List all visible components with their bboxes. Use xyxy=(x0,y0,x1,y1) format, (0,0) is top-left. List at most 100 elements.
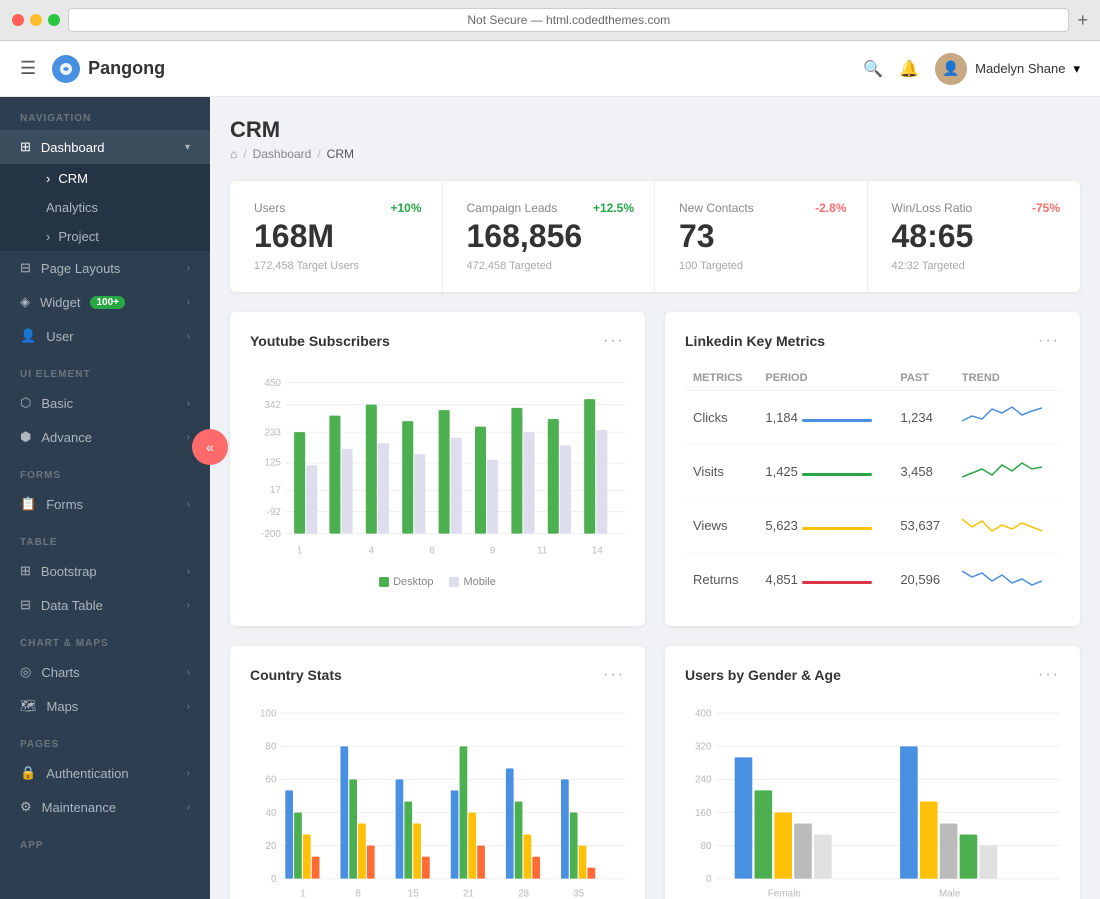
content-area: « CRM ⌂ / Dashboard / CRM Users +10% 168… xyxy=(210,97,1100,899)
home-icon: ⌂ xyxy=(230,147,237,161)
youtube-bar-chart: 450 342 233 125 17 -92 -200 xyxy=(250,366,625,565)
app-section-label: APP xyxy=(0,824,210,857)
user-icon: 👤 xyxy=(20,328,36,344)
authentication-icon: 🔒 xyxy=(20,765,36,781)
youtube-legend: Desktop Mobile xyxy=(250,576,625,588)
project-label: Project xyxy=(58,229,98,244)
svg-text:20: 20 xyxy=(265,841,277,852)
advance-icon: ⬢ xyxy=(20,429,31,445)
widget-badge: 100+ xyxy=(90,296,125,309)
sidebar-item-widget[interactable]: ◈ Widget 100+ › xyxy=(0,285,210,319)
sidebar-item-authentication[interactable]: 🔒 Authentication › xyxy=(0,756,210,790)
stat-change-contacts: -2.8% xyxy=(815,201,846,215)
stat-sub-leads: 472,458 Targeted xyxy=(467,260,631,272)
svg-text:0: 0 xyxy=(271,874,277,885)
metric-sparkline-clicks xyxy=(954,391,1060,445)
metric-name-clicks: Clicks xyxy=(685,391,757,445)
sidebar-item-maps[interactable]: 🗺 Maps › xyxy=(0,689,210,723)
sidebar: Navigation ⊞ Dashboard ▾ › CRM Analytics xyxy=(0,97,210,899)
ui-element-section-label: UI Element xyxy=(0,353,210,386)
user-area[interactable]: 👤 Madelyn Shane ▾ xyxy=(935,53,1080,85)
sidebar-item-basic[interactable]: ⬡ Basic › xyxy=(0,386,210,420)
avatar: 👤 xyxy=(935,53,967,85)
legend-mobile-label: Mobile xyxy=(463,576,495,588)
breadcrumb-sep-1: / xyxy=(243,147,246,161)
data-table-chevron: › xyxy=(187,600,190,611)
country-stats-chart: 100 80 60 40 20 0 xyxy=(250,700,625,899)
sidebar-item-analytics[interactable]: Analytics xyxy=(0,193,210,222)
trend-bar-clicks xyxy=(802,419,872,422)
country-stats-more-button[interactable]: ··· xyxy=(603,666,625,684)
page-layouts-chevron: › xyxy=(187,263,190,274)
table-row: Returns 4,851 20,596 xyxy=(685,553,1060,607)
metric-name-returns: Returns xyxy=(685,553,757,607)
metric-sparkline-visits xyxy=(954,445,1060,499)
widget-label: Widget xyxy=(40,295,80,310)
sidebar-item-project[interactable]: › Project xyxy=(0,222,210,251)
country-stats-title: Country Stats xyxy=(250,667,342,683)
metric-past-views: 53,637 xyxy=(892,499,954,553)
linkedin-chart-header: Linkedin Key Metrics ··· xyxy=(685,332,1060,350)
sidebar-item-charts[interactable]: ◎ Charts › xyxy=(0,655,210,689)
basic-chevron: › xyxy=(187,398,190,409)
browser-chrome: Not Secure — html.codedthemes.com + xyxy=(0,0,1100,41)
sidebar-item-user[interactable]: 👤 User › xyxy=(0,319,210,353)
forms-section-label: Forms xyxy=(0,454,210,487)
svg-text:342: 342 xyxy=(264,400,281,411)
legend-desktop: Desktop xyxy=(379,576,433,588)
sidebar-item-dashboard[interactable]: ⊞ Dashboard ▾ xyxy=(0,130,210,164)
notification-icon[interactable]: 🔔 xyxy=(899,59,919,79)
sidebar-item-bootstrap[interactable]: ⊞ Bootstrap › xyxy=(0,554,210,588)
sidebar-item-data-table[interactable]: ⊟ Data Table › xyxy=(0,588,210,622)
toggle-sidebar-button[interactable]: « xyxy=(210,429,228,465)
dashboard-label: Dashboard xyxy=(41,140,105,155)
breadcrumb-dashboard[interactable]: Dashboard xyxy=(253,147,312,161)
logo: Pangong xyxy=(52,55,863,83)
svg-text:80: 80 xyxy=(700,841,712,852)
nav-section-label: Navigation xyxy=(0,97,210,130)
top-bar: ☰ Pangong 🔍 🔔 👤 Madelyn Shane ▾ xyxy=(0,41,1100,97)
dashboard-submenu: › CRM Analytics › Project xyxy=(0,164,210,251)
sidebar-item-maintenance[interactable]: ⚙ Maintenance › xyxy=(0,790,210,824)
table-row: Visits 1,425 3,458 xyxy=(685,445,1060,499)
address-bar[interactable]: Not Secure — html.codedthemes.com xyxy=(68,8,1069,32)
legend-mobile-dot xyxy=(449,577,459,587)
crm-chevron-icon: › xyxy=(46,171,50,186)
minimize-button[interactable] xyxy=(30,14,42,26)
sidebar-item-page-layouts[interactable]: ⊟ Page Layouts › xyxy=(0,251,210,285)
stat-card-leads: Campaign Leads +12.5% 168,856 472,458 Ta… xyxy=(443,181,656,292)
youtube-more-button[interactable]: ··· xyxy=(603,332,625,350)
linkedin-more-button[interactable]: ··· xyxy=(1038,332,1060,350)
authentication-chevron: › xyxy=(187,768,190,779)
stat-sub-contacts: 100 Targeted xyxy=(679,260,843,272)
hamburger-icon[interactable]: ☰ xyxy=(20,58,36,79)
legend-desktop-dot xyxy=(379,577,389,587)
advance-chevron: › xyxy=(187,432,190,443)
sidebar-item-advance[interactable]: ⬢ Advance › xyxy=(0,420,210,454)
close-button[interactable] xyxy=(12,14,24,26)
svg-text:14: 14 xyxy=(592,546,604,557)
table-row: Clicks 1,184 1,234 xyxy=(685,391,1060,445)
svg-text:233: 233 xyxy=(264,428,281,439)
metric-name-visits: Visits xyxy=(685,445,757,499)
forms-chevron: › xyxy=(187,499,190,510)
sidebar-item-crm[interactable]: › CRM xyxy=(0,164,210,193)
page-header: CRM ⌂ / Dashboard / CRM xyxy=(230,117,1080,161)
svg-text:17: 17 xyxy=(270,485,282,496)
col-metrics: Metrics xyxy=(685,366,757,391)
youtube-chart-card: Youtube Subscribers ··· 450 342 233 125 … xyxy=(230,312,645,626)
new-tab-button[interactable]: + xyxy=(1077,10,1088,31)
charts-row-2: Country Stats ··· 100 80 60 40 20 0 xyxy=(230,646,1080,899)
metric-past-clicks: 1,234 xyxy=(892,391,954,445)
user-chevron: › xyxy=(187,331,190,342)
stats-grid: Users +10% 168M 172,458 Target Users Cam… xyxy=(230,181,1080,292)
sidebar-item-forms[interactable]: 📋 Forms › xyxy=(0,487,210,521)
top-actions: 🔍 🔔 👤 Madelyn Shane ▾ xyxy=(863,53,1080,85)
user-name: Madelyn Shane xyxy=(975,61,1065,76)
search-icon[interactable]: 🔍 xyxy=(863,59,883,79)
svg-text:125: 125 xyxy=(264,457,281,468)
maximize-button[interactable] xyxy=(48,14,60,26)
gender-more-button[interactable]: ··· xyxy=(1038,666,1060,684)
data-table-icon: ⊟ xyxy=(20,597,31,613)
stat-value-ratio: 48:65 xyxy=(892,219,1057,254)
